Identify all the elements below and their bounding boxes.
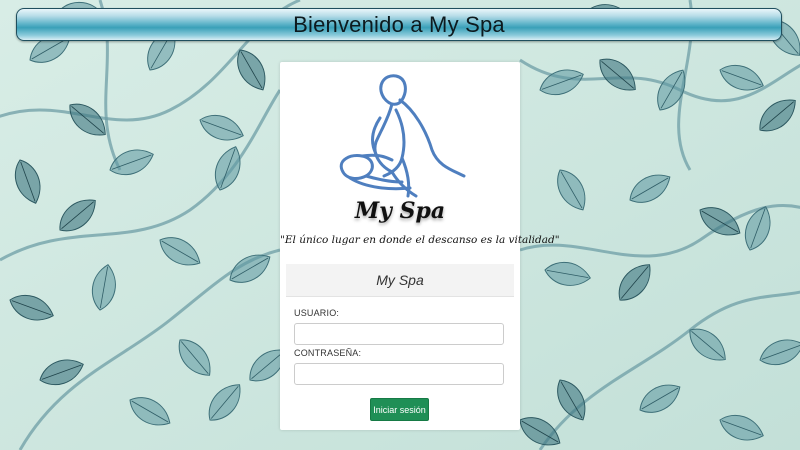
page-title: Bienvenido a My Spa bbox=[293, 11, 505, 37]
slogan-text: "El único lugar en donde el descanso es … bbox=[280, 234, 560, 246]
logo-text: My Spa bbox=[354, 198, 446, 224]
login-panel-header: My Spa bbox=[286, 264, 514, 297]
login-button[interactable]: Iniciar sesión bbox=[370, 398, 429, 421]
username-label: USUARIO: bbox=[294, 308, 340, 318]
password-input[interactable] bbox=[294, 363, 504, 385]
massage-figure-icon bbox=[339, 74, 466, 198]
password-label: CONTRASEÑA: bbox=[294, 348, 362, 358]
username-input[interactable] bbox=[294, 323, 504, 345]
header-bar: Bienvenido a My Spa bbox=[16, 8, 782, 41]
login-panel-title: My Spa bbox=[376, 272, 424, 288]
login-card: My Spa "El único lugar en donde el desca… bbox=[280, 62, 560, 430]
